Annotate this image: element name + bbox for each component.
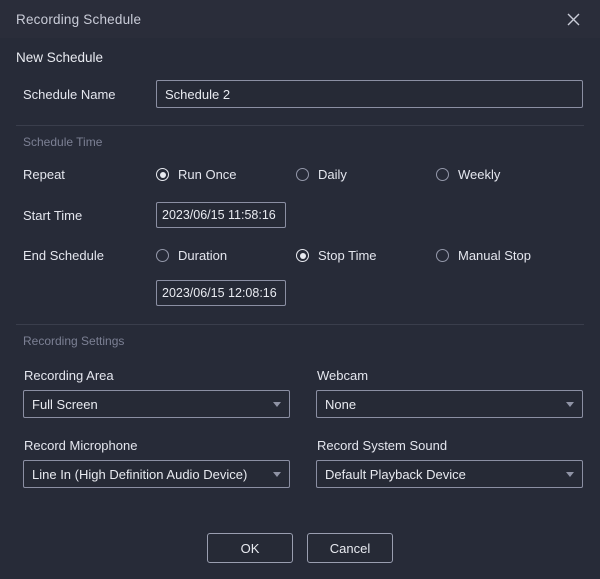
recording-area-field: Recording Area Full Screen [23, 368, 290, 418]
schedule-time-section-label: Schedule Time [23, 135, 103, 149]
chevron-down-icon [566, 472, 574, 477]
close-icon[interactable] [560, 6, 586, 32]
chevron-down-icon [273, 402, 281, 407]
dialog-titlebar: Recording Schedule [0, 0, 600, 38]
record-microphone-select[interactable]: Line In (High Definition Audio Device) [23, 460, 290, 488]
schedule-name-input[interactable] [156, 80, 583, 108]
chevron-down-icon [566, 402, 574, 407]
webcam-value: None [325, 396, 357, 412]
webcam-field: Webcam None [316, 368, 583, 418]
recording-area-value: Full Screen [32, 396, 98, 412]
start-time-input[interactable] [157, 203, 285, 227]
repeat-radio-group: Run Once Daily Weekly [156, 167, 584, 182]
chevron-down-icon [273, 472, 281, 477]
radio-icon [436, 249, 449, 262]
record-system-sound-label: Record System Sound [317, 438, 448, 453]
recording-settings-section-label: Recording Settings [23, 334, 125, 348]
radio-icon [296, 168, 309, 181]
record-microphone-value: Line In (High Definition Audio Device) [32, 466, 248, 482]
end-schedule-option-stop-time-label: Stop Time [318, 248, 377, 263]
schedule-name-label: Schedule Name [23, 86, 116, 102]
schedule-name-row: Schedule Name [16, 80, 584, 108]
recording-area-select[interactable]: Full Screen [23, 390, 290, 418]
end-schedule-option-duration-label: Duration [178, 248, 228, 263]
stop-time-row [16, 280, 584, 306]
repeat-row: Repeat Run Once Daily Weekly [16, 167, 584, 182]
end-schedule-option-stop-time[interactable]: Stop Time [296, 248, 436, 263]
record-system-sound-field: Record System Sound Default Playback Dev… [316, 438, 583, 488]
stop-time-spinner[interactable] [156, 280, 286, 306]
radio-icon [156, 249, 169, 262]
stop-time-input[interactable] [157, 281, 285, 305]
end-schedule-row: End Schedule Duration Stop Time Manual S… [16, 248, 584, 263]
webcam-select[interactable]: None [316, 390, 583, 418]
record-system-sound-select[interactable]: Default Playback Device [316, 460, 583, 488]
settings-row-1: Recording Area Full Screen Webcam None [16, 368, 584, 418]
repeat-option-run-once-label: Run Once [178, 167, 237, 182]
end-schedule-option-manual-stop-label: Manual Stop [458, 248, 531, 263]
repeat-option-weekly-label: Weekly [458, 167, 501, 182]
repeat-option-daily[interactable]: Daily [296, 167, 436, 182]
start-time-spinner[interactable] [156, 202, 286, 228]
record-system-sound-value: Default Playback Device [325, 466, 466, 482]
cancel-button[interactable]: Cancel [307, 533, 393, 563]
start-time-row: Start Time [16, 202, 584, 228]
radio-icon [296, 249, 309, 262]
repeat-option-run-once[interactable]: Run Once [156, 167, 296, 182]
repeat-option-daily-label: Daily [318, 167, 347, 182]
webcam-label: Webcam [317, 368, 369, 383]
new-schedule-heading: New Schedule [16, 50, 104, 65]
recording-area-label: Recording Area [24, 368, 114, 383]
settings-row-2: Record Microphone Line In (High Definiti… [16, 438, 584, 488]
dialog-title: Recording Schedule [16, 11, 142, 27]
repeat-option-weekly[interactable]: Weekly [436, 167, 500, 182]
end-schedule-label: End Schedule [23, 248, 104, 263]
repeat-label: Repeat [23, 167, 65, 182]
dialog-footer: OK Cancel [0, 533, 600, 563]
end-schedule-option-duration[interactable]: Duration [156, 248, 296, 263]
dialog-body: New Schedule Schedule Name Schedule Time… [0, 50, 600, 488]
end-schedule-radio-group: Duration Stop Time Manual Stop [156, 248, 584, 263]
start-time-label: Start Time [23, 207, 83, 223]
end-schedule-option-manual-stop[interactable]: Manual Stop [436, 248, 531, 263]
radio-icon [156, 168, 169, 181]
radio-icon [436, 168, 449, 181]
record-microphone-label: Record Microphone [24, 438, 138, 453]
record-microphone-field: Record Microphone Line In (High Definiti… [23, 438, 290, 488]
ok-button[interactable]: OK [207, 533, 293, 563]
